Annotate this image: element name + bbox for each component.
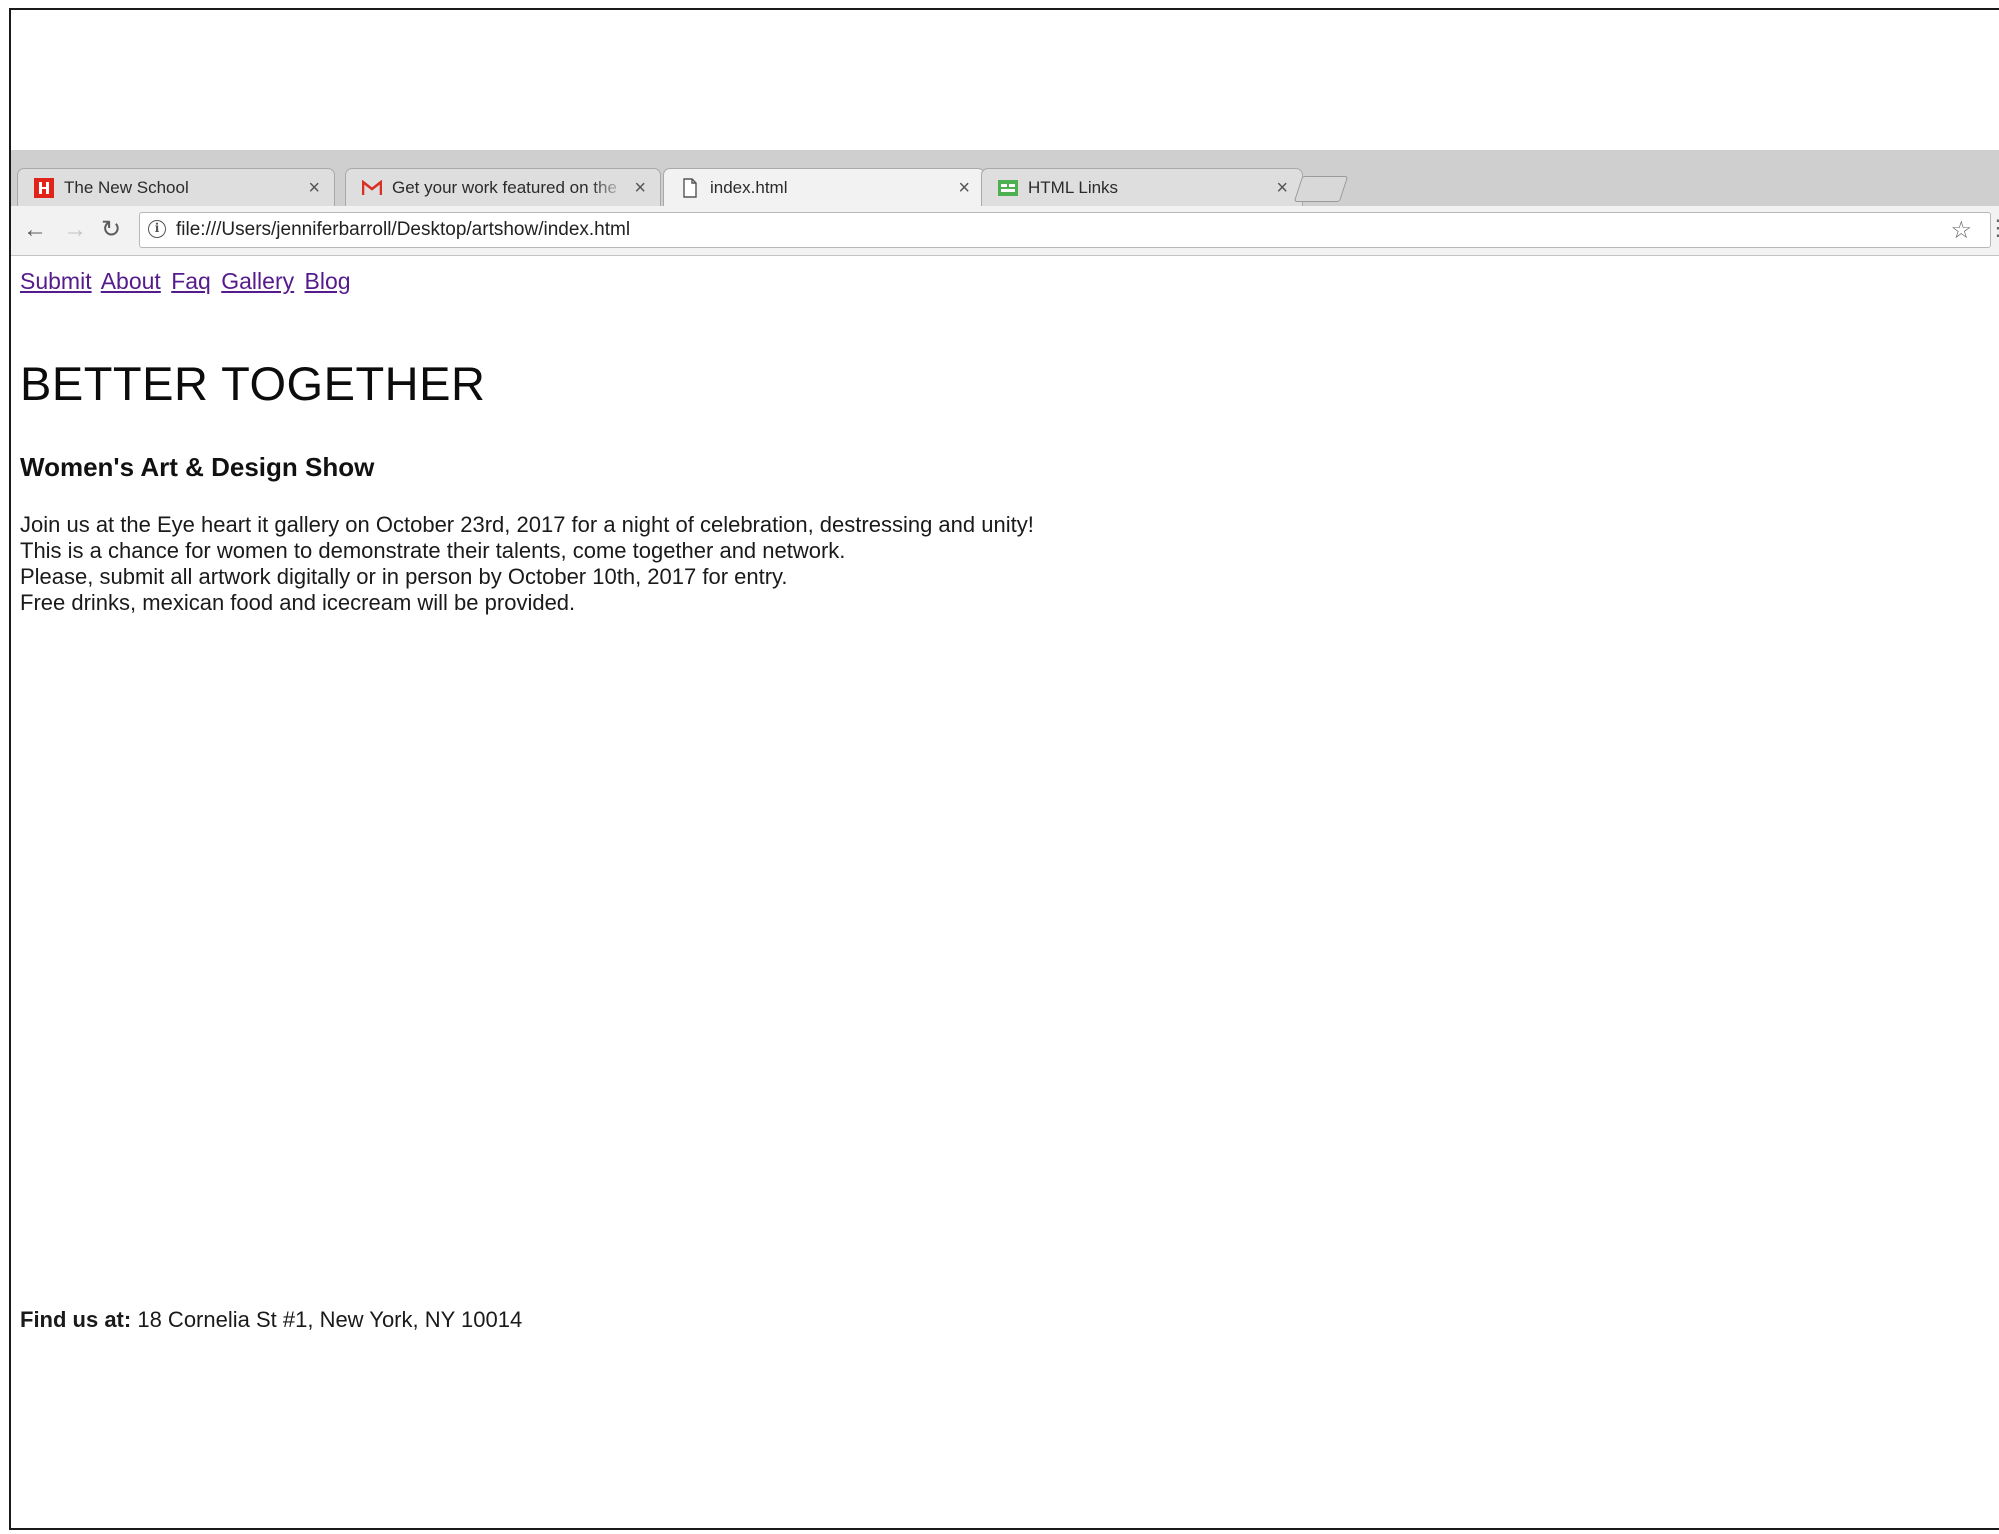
footer-address-text: 18 Cornelia St #1, New York, NY 10014: [137, 1307, 523, 1332]
intro-paragraph: Join us at the Eye heart it gallery on O…: [20, 512, 1034, 616]
paragraph-line: Free drinks, mexican food and icecream w…: [20, 590, 576, 615]
new-tab-button[interactable]: [1293, 176, 1349, 202]
close-tab-icon[interactable]: ×: [308, 178, 320, 198]
close-tab-icon[interactable]: ×: [634, 178, 646, 198]
footer-address: Find us at: 18 Cornelia St #1, New York,…: [20, 1307, 522, 1333]
nav-link-about[interactable]: About: [101, 268, 161, 294]
paragraph-line: This is a chance for women to demonstrat…: [20, 538, 846, 563]
browser-window: The New School × Get your work featured …: [9, 8, 1999, 1530]
document-icon: [680, 178, 700, 198]
bookmark-star-icon[interactable]: ☆: [1950, 216, 1972, 245]
tab-the-new-school[interactable]: The New School ×: [17, 168, 335, 206]
tab-title: Get your work featured on the: [392, 177, 617, 197]
reload-icon[interactable]: ↻: [101, 216, 121, 244]
new-school-favicon-icon: [34, 177, 54, 198]
site-nav: Submit About Faq Gallery Blog: [20, 268, 355, 295]
footer-label: Find us at:: [20, 1307, 132, 1332]
info-icon[interactable]: i: [148, 220, 166, 238]
page-title: BETTER TOGETHER: [20, 357, 486, 410]
nav-link-submit[interactable]: Submit: [20, 268, 92, 294]
tab-title: The New School: [64, 177, 189, 197]
nav-link-faq[interactable]: Faq: [171, 268, 211, 294]
paragraph-line: Please, submit all artwork digitally or …: [20, 564, 788, 589]
page-content: Submit About Faq Gallery Blog BETTER TOG…: [11, 256, 1999, 1528]
page-subtitle: Women's Art & Design Show: [20, 452, 375, 482]
tab-title: HTML Links: [1028, 177, 1119, 197]
close-tab-icon[interactable]: ×: [1276, 178, 1288, 198]
w3schools-favicon-icon: [998, 178, 1018, 198]
back-arrow-icon[interactable]: ←: [23, 216, 47, 244]
forward-arrow-icon[interactable]: →: [63, 216, 87, 244]
tab-gmail[interactable]: Get your work featured on the ×: [345, 168, 661, 206]
tab-strip: The New School × Get your work featured …: [11, 150, 1999, 207]
address-url[interactable]: file:///Users/jenniferbarroll/Desktop/ar…: [176, 219, 630, 241]
nav-link-blog[interactable]: Blog: [305, 268, 351, 294]
tab-index-html[interactable]: index.html ×: [663, 168, 985, 207]
address-bar[interactable]: i file:///Users/jenniferbarroll/Desktop/…: [139, 212, 1991, 248]
tab-title: index.html: [710, 178, 788, 197]
menu-dots-icon[interactable]: ⋮: [1987, 214, 1999, 242]
gmail-favicon-icon: [362, 178, 382, 198]
browser-toolbar: ← → ↻ i file:///Users/jenniferbarroll/De…: [11, 206, 1999, 256]
nav-link-gallery[interactable]: Gallery: [221, 268, 294, 294]
tab-html-links[interactable]: HTML Links ×: [981, 168, 1303, 206]
close-tab-icon[interactable]: ×: [958, 178, 970, 198]
paragraph-line: Join us at the Eye heart it gallery on O…: [20, 512, 1034, 537]
